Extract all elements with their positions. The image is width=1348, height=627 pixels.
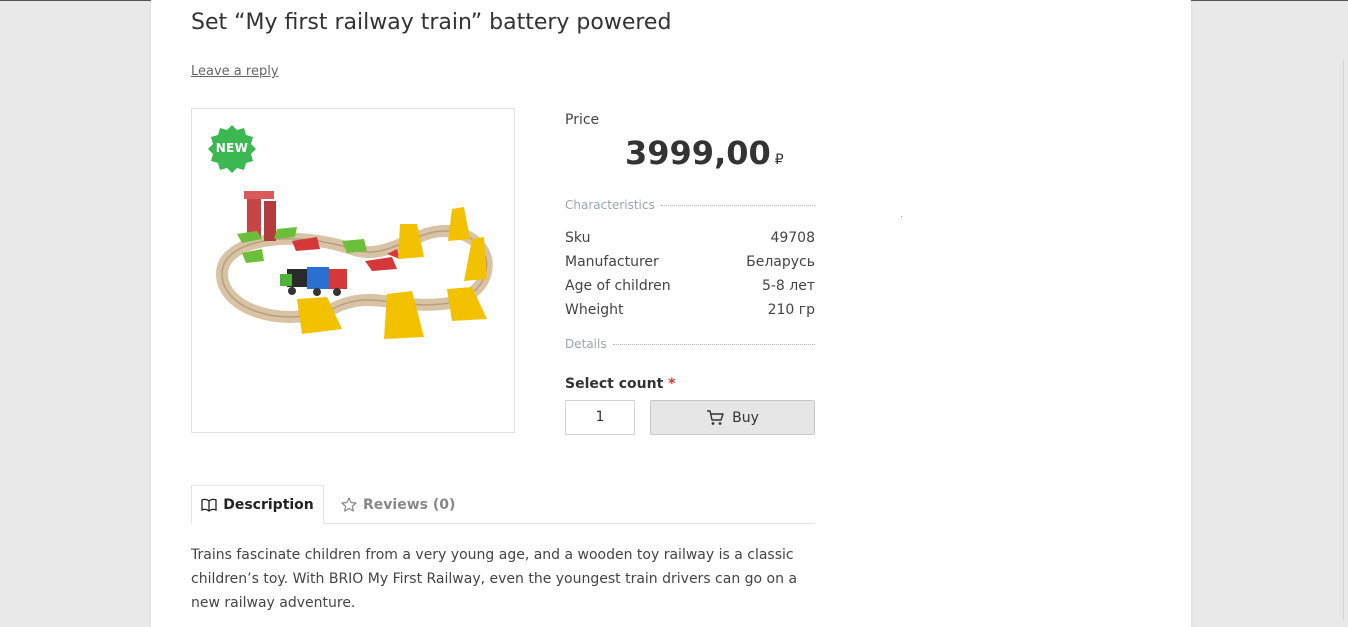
product-card: Set “My first railway train” battery pow… [151,0,1191,627]
new-badge: NEW [207,124,257,174]
train-set-image [215,191,493,339]
dotted-divider [612,343,815,345]
product-tabs: Description Reviews (0) [191,485,815,524]
prop-row-manufacturer: Manufacturer Беларусь [565,250,815,274]
price-value: 3999,00 ₽ [625,134,784,172]
prop-row-sku: Sku 49708 [565,226,815,250]
leave-reply-link[interactable]: Leave a reply [191,64,279,79]
tab-reviews[interactable]: Reviews (0) [341,485,455,524]
product-description: Trains fascinate children from a very yo… [191,547,798,611]
buy-button-label[interactable]: Buy [732,410,759,426]
required-mark: * [668,376,676,392]
page-title: Set “My first railway train” battery pow… [191,10,672,35]
currency-symbol: ₽ [774,152,784,168]
prop-row-age: Age of children 5-8 лет [565,274,815,298]
price-amount: 3999,00 [625,134,771,172]
select-count-text: Select count [565,376,664,392]
tab-description[interactable]: Description [191,485,324,524]
tab-description-label[interactable]: Description [223,497,314,513]
buy-button[interactable]: Buy [650,400,815,435]
dotted-divider [660,204,815,206]
prop-name: Sku [565,230,591,246]
prop-name: Manufacturer [565,254,659,270]
tab-reviews-label[interactable]: Reviews (0) [363,497,455,513]
product-image-box[interactable]: NEW [191,108,515,433]
prop-value: Беларусь [746,254,815,270]
characteristics-heading-label: Characteristics [565,198,655,212]
stray-dot [901,216,902,217]
badge-label: NEW [215,141,249,155]
characteristics-list: Sku 49708 Manufacturer Беларусь Age of c… [565,226,815,322]
prop-name: Age of children [565,278,671,294]
cart-icon [707,409,724,425]
quantity-input[interactable]: 1 [565,400,635,435]
characteristics-heading: Characteristics [565,198,815,212]
star-icon [341,497,357,512]
details-heading[interactable]: Details [565,337,815,351]
select-count-label: Select count * [565,376,675,392]
prop-name: Wheight [565,302,624,318]
prop-value: 210 гр [767,302,815,318]
details-heading-label[interactable]: Details [565,337,607,351]
prop-value: 5-8 лет [761,278,815,294]
prop-value: 49708 [770,230,815,246]
scrollbar-edge [1343,60,1344,620]
prop-row-weight: Wheight 210 гр [565,298,815,322]
book-icon [201,498,217,512]
price-label: Price [565,112,600,128]
